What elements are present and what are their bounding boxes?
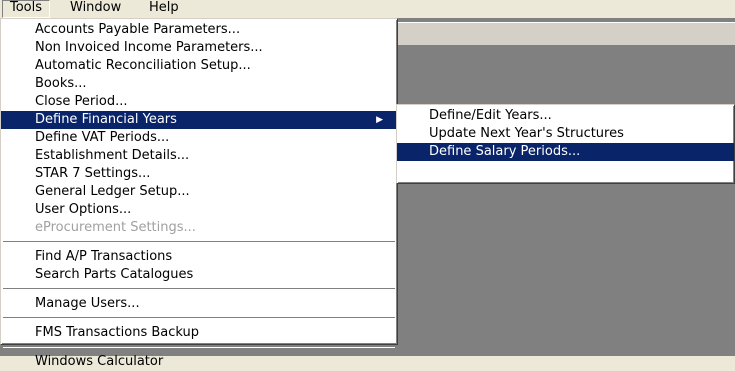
child-window-toolbar (395, 22, 735, 46)
menu-item-eprocurement-settings: eProcurement Settings... (1, 219, 397, 237)
menu-help[interactable]: Help (142, 0, 186, 18)
menu-item-label: eProcurement Settings... (35, 220, 196, 235)
menu-window-label: Window (70, 0, 122, 15)
menu-item-define-salary-periods[interactable]: Define Salary Periods... (397, 143, 734, 161)
menu-item-label: Books... (35, 76, 87, 91)
menu-separator (3, 346, 395, 348)
menu-item-establishment-details[interactable]: Establishment Details... (1, 147, 397, 165)
menu-item-label: STAR 7 Settings... (35, 166, 151, 181)
menu-item-define-edit-years[interactable]: Define/Edit Years... (397, 107, 734, 125)
menu-item-label: Windows Calculator (35, 354, 164, 369)
menu-item-label: Establishment Details... (35, 148, 190, 163)
menu-tools[interactable]: Tools (2, 0, 51, 18)
menu-item-label: Update Next Year's Structures (429, 126, 624, 141)
menu-item-label: Define Financial Years (35, 112, 177, 127)
menu-item-label: Accounts Payable Parameters... (35, 22, 241, 37)
menu-item-label: Non Invoiced Income Parameters... (35, 40, 263, 55)
menu-item-accounts-payable-parameters[interactable]: Accounts Payable Parameters... (1, 21, 397, 39)
menu-item-label: Manage Users... (35, 296, 140, 311)
menu-separator (3, 317, 395, 319)
menu-item-label: Search Parts Catalogues (35, 267, 194, 282)
tools-menu: Accounts Payable Parameters... Non Invoi… (0, 18, 398, 369)
menu-item-label: FMS Transactions Backup (35, 325, 200, 340)
menu-item-label: User Options... (35, 202, 132, 217)
menu-separator (3, 241, 395, 243)
menu-item-close-period[interactable]: Close Period... (1, 93, 397, 111)
menu-item-label: Close Period... (35, 94, 128, 109)
menu-item-general-ledger-setup[interactable]: General Ledger Setup... (1, 183, 397, 201)
menu-tools-label: Tools (10, 0, 43, 15)
menu-item-label: Define/Edit Years... (429, 108, 552, 123)
menu-item-user-options[interactable]: User Options... (1, 201, 397, 219)
menu-help-label: Help (149, 0, 179, 15)
menu-item-label: General Ledger Setup... (35, 184, 190, 199)
menu-window[interactable]: Window (63, 0, 128, 18)
menu-item-label: Find A/P Transactions (35, 249, 173, 264)
menu-item-search-parts-catalogues[interactable]: Search Parts Catalogues (1, 266, 397, 284)
define-financial-years-submenu: Define/Edit Years... Update Next Year's … (396, 104, 735, 184)
menu-item-label: Automatic Reconciliation Setup... (35, 58, 251, 73)
menu-item-label: Define VAT Periods... (35, 130, 170, 145)
menu-item-define-financial-years[interactable]: Define Financial Years ▶ (1, 111, 397, 129)
menu-item-label: Define Salary Periods... (429, 144, 581, 159)
menu-item-fms-transactions-backup[interactable]: FMS Transactions Backup (1, 324, 397, 342)
triangle-right-icon: ▶ (376, 115, 383, 125)
menu-separator (3, 288, 395, 290)
mdi-workspace (395, 18, 735, 356)
menu-item-find-ap-transactions[interactable]: Find A/P Transactions (1, 248, 397, 266)
menu-item-non-invoiced-income-parameters[interactable]: Non Invoiced Income Parameters... (1, 39, 397, 57)
menu-item-update-next-years-structures[interactable]: Update Next Year's Structures (397, 125, 734, 143)
menu-item-define-vat-periods[interactable]: Define VAT Periods... (1, 129, 397, 147)
menu-item-books[interactable]: Books... (1, 75, 397, 93)
menu-item-manage-users[interactable]: Manage Users... (1, 295, 397, 313)
menu-item-automatic-reconciliation-setup[interactable]: Automatic Reconciliation Setup... (1, 57, 397, 75)
menu-bar: Tools Window Help (0, 0, 735, 18)
menu-item-star-7-settings[interactable]: STAR 7 Settings... (1, 165, 397, 183)
